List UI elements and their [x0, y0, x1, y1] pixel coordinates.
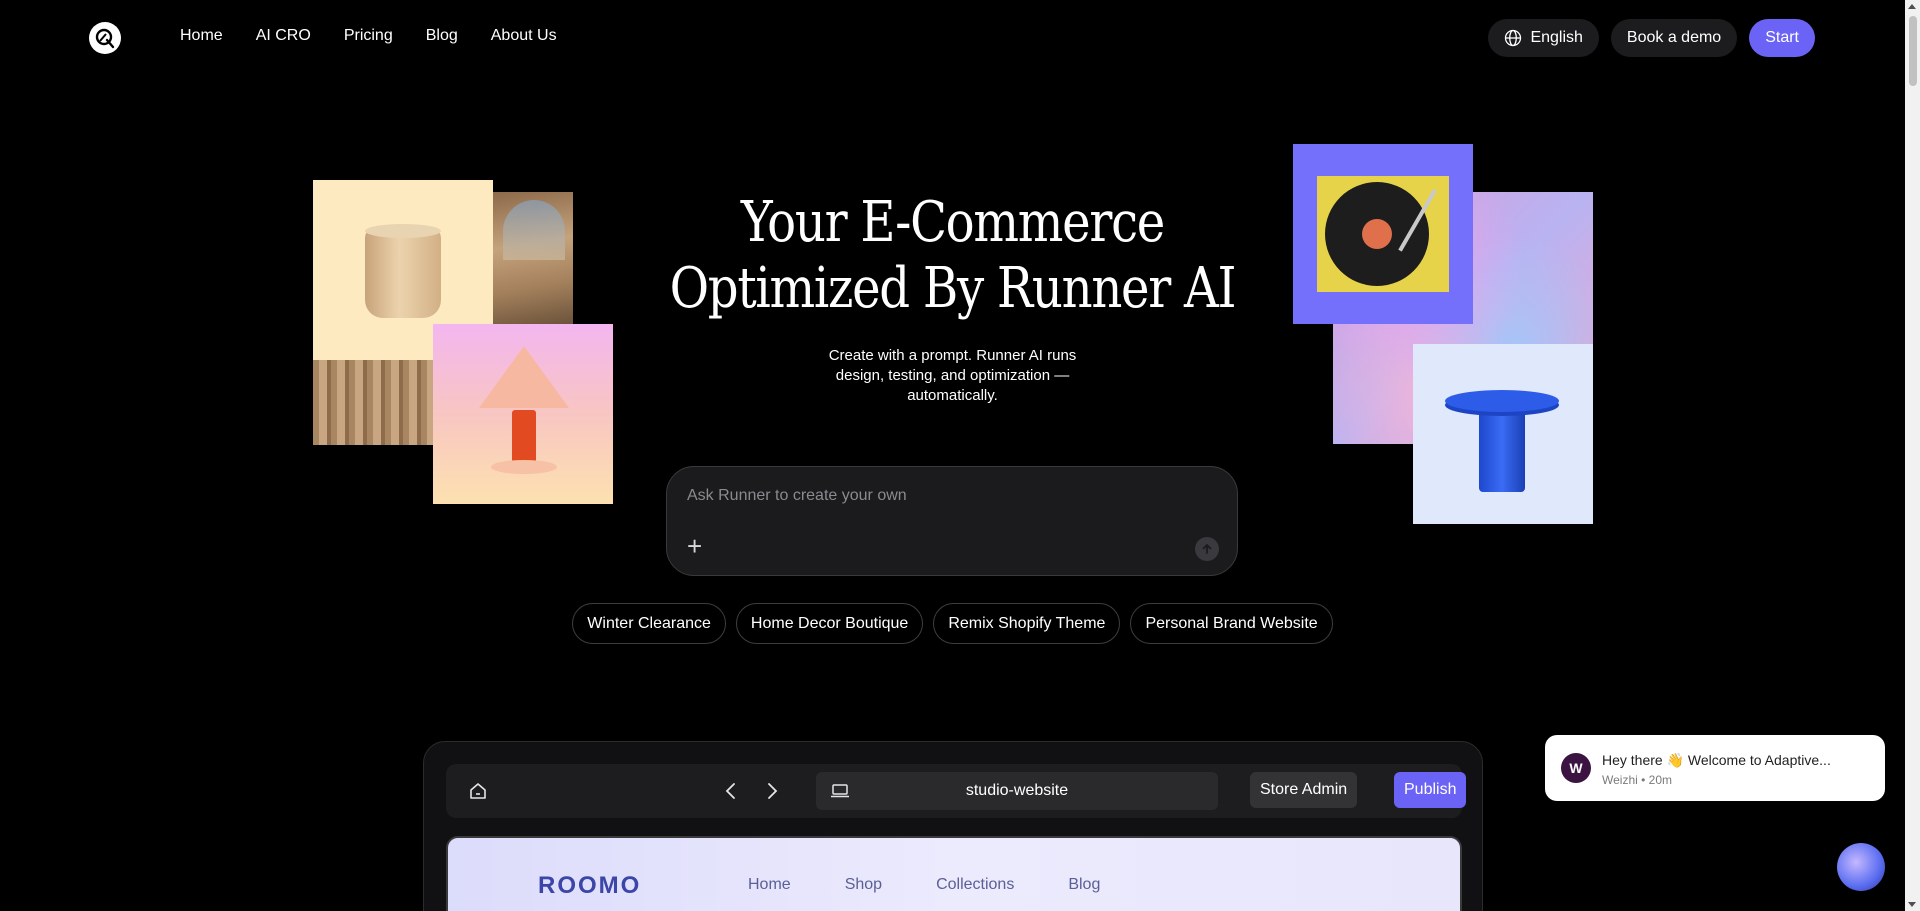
chat-avatar: W: [1561, 753, 1591, 783]
globe-icon: [1505, 29, 1522, 47]
runner-logo[interactable]: [89, 22, 121, 54]
suggestion-chips: Winter Clearance Home Decor Boutique Rem…: [0, 603, 1905, 644]
site-nav-collections[interactable]: Collections: [936, 876, 1014, 894]
language-selector[interactable]: English: [1488, 19, 1599, 57]
chip-remix-shopify-theme[interactable]: Remix Shopify Theme: [933, 603, 1121, 644]
site-brand: ROOMO: [538, 872, 642, 899]
nav-link-blog[interactable]: Blog: [426, 27, 458, 45]
site-nav: Home Shop Collections Blog: [748, 876, 1100, 894]
add-attachment-icon[interactable]: +: [687, 533, 702, 559]
chat-popup[interactable]: W Hey there 👋 Welcome to Adaptive... Wei…: [1545, 735, 1885, 801]
store-admin-button[interactable]: Store Admin: [1250, 772, 1358, 808]
site-nav-home[interactable]: Home: [748, 876, 791, 894]
nav-link-ai-cro[interactable]: AI CRO: [256, 27, 311, 45]
side-table-image: [1413, 344, 1593, 524]
forward-arrow-icon[interactable]: [762, 781, 782, 801]
wood-texture-image: [313, 360, 433, 445]
site-nav-blog[interactable]: Blog: [1068, 876, 1100, 894]
hero-title-line2: Optimized By Runner AI: [669, 256, 1237, 321]
publish-button[interactable]: Publish: [1394, 772, 1467, 808]
page-scrollbar[interactable]: [1905, 0, 1920, 911]
nav-actions: English Book a demo Start: [1488, 19, 1815, 57]
chip-winter-clearance[interactable]: Winter Clearance: [572, 603, 726, 644]
site-preview: ROOMO Home Shop Collections Blog: [446, 836, 1462, 911]
chip-personal-brand-website[interactable]: Personal Brand Website: [1130, 603, 1333, 644]
chat-meta: Weizhi • 20m: [1602, 773, 1673, 787]
scroll-down-icon[interactable]: [1908, 902, 1916, 907]
hero-title: Your E-Commerce Optimized By Runner AI: [133, 190, 1771, 322]
home-icon[interactable]: [468, 781, 488, 801]
chat-message: Hey there 👋 Welcome to Adaptive...: [1602, 752, 1831, 768]
book-demo-button[interactable]: Book a demo: [1610, 19, 1738, 57]
top-navigation: Home AI CRO Pricing Blog About Us Englis…: [0, 0, 1905, 76]
nav-link-pricing[interactable]: Pricing: [344, 27, 393, 45]
start-button[interactable]: Start: [1749, 19, 1815, 57]
chip-home-decor-boutique[interactable]: Home Decor Boutique: [735, 603, 924, 644]
url-text: studio-website: [965, 782, 1069, 799]
lamp-image: [433, 324, 613, 504]
language-label: English: [1530, 29, 1583, 46]
editor-toolbar: studio-website Store Admin Publish: [446, 764, 1467, 818]
nav-link-about-us[interactable]: About Us: [491, 27, 557, 45]
runner-logo-icon: [95, 28, 115, 49]
send-arrow-icon[interactable]: [1195, 537, 1219, 561]
editor-mockup: studio-website Store Admin Publish ROOMO…: [423, 741, 1483, 911]
scroll-up-icon[interactable]: [1908, 4, 1916, 9]
prompt-input[interactable]: [687, 487, 1167, 505]
chat-launcher-button[interactable]: [1837, 843, 1885, 891]
hero-title-line1: Your E-Commerce: [740, 190, 1165, 255]
prompt-box: +: [666, 466, 1238, 576]
nav-links: Home AI CRO Pricing Blog About Us: [180, 27, 557, 45]
back-arrow-icon[interactable]: [721, 781, 741, 801]
scrollbar-thumb[interactable]: [1909, 16, 1917, 86]
url-bar[interactable]: studio-website: [816, 772, 1218, 810]
hero-subtitle: Create with a prompt. Runner AI runs des…: [828, 347, 1077, 404]
site-nav-shop[interactable]: Shop: [845, 876, 882, 894]
nav-link-home[interactable]: Home: [180, 27, 223, 45]
